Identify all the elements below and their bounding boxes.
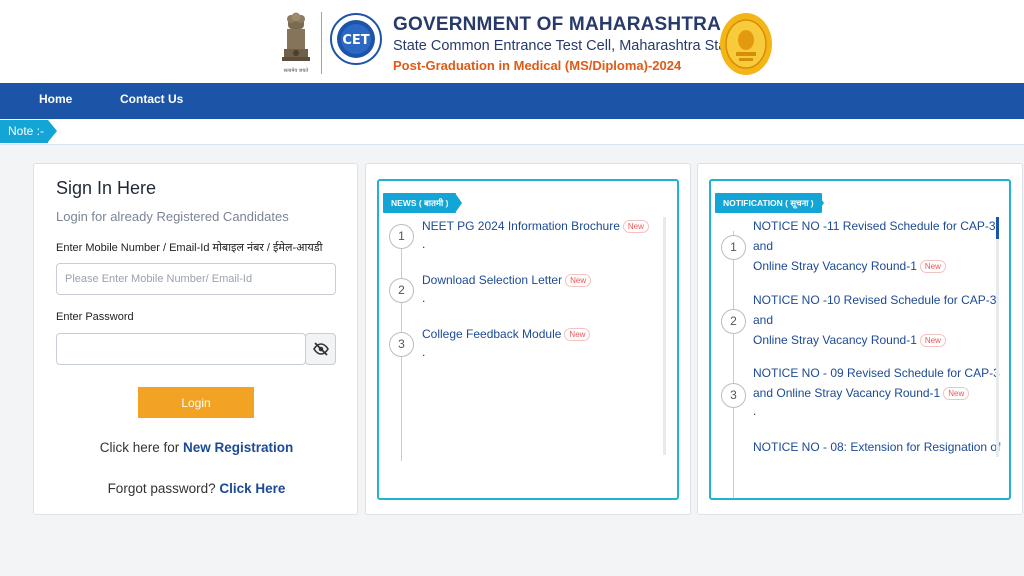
cet-logo-text: CET xyxy=(342,33,369,48)
signin-panel: Sign In Here Login for already Registere… xyxy=(33,163,358,515)
notification-panel: NOTIFICATION ( सूचना ) 1 NOTICE NO -11 R… xyxy=(697,163,1023,515)
news-tag: NEWS ( बातमी ) xyxy=(383,193,457,213)
new-badge: New xyxy=(919,260,946,274)
notification-item-link[interactable]: NOTICE NO -11 Revised Schedule for CAP-3… xyxy=(753,216,1009,276)
note-ticker: Note :- xyxy=(0,119,1024,145)
login-button[interactable]: Login xyxy=(138,387,254,418)
forgot-password-link[interactable]: Click Here xyxy=(219,481,285,496)
new-badge: New xyxy=(919,334,946,348)
news-scrollbar[interactable] xyxy=(663,217,666,455)
news-item-link[interactable]: Download Selection Letter New xyxy=(422,270,592,290)
notification-item-number: 2 xyxy=(721,309,746,334)
note-arrow-icon xyxy=(48,120,57,142)
new-registration-line: Click here for New Registration xyxy=(34,440,359,455)
news-item-title: Download Selection Letter xyxy=(422,273,563,287)
news-item-dot: . xyxy=(422,237,426,251)
notification-timeline-line xyxy=(733,231,734,498)
mobile-email-label: Enter Mobile Number / Email-Id मोबाइल नं… xyxy=(56,242,323,254)
toggle-password-visibility-button[interactable] xyxy=(305,333,336,365)
header-title-block: GOVERNMENT OF MAHARASHTRA State Common E… xyxy=(393,14,738,75)
new-badge: New xyxy=(564,328,591,342)
nav-item-contact-us[interactable]: Contact Us xyxy=(120,92,183,106)
note-label: Note :- xyxy=(0,120,48,143)
new-badge: New xyxy=(622,220,649,234)
emblem-caption: सत्यमेव जयते xyxy=(284,67,309,74)
notification-item-link[interactable]: NOTICE NO - 08: Extension for Resignatio… xyxy=(753,437,1000,457)
news-item-link[interactable]: NEET PG 2024 Information Brochure New xyxy=(422,216,649,236)
notification-item-link[interactable]: NOTICE NO -10 Revised Schedule for CAP-3… xyxy=(753,290,1009,350)
notification-item-dot: . xyxy=(753,404,757,418)
notification-scrollbar[interactable] xyxy=(996,217,999,457)
notification-item-title: NOTICE NO -10 Revised Schedule for CAP-3… xyxy=(753,293,997,327)
forgot-password-line: Forgot password? Click Here xyxy=(34,481,359,496)
national-emblem-icon: सत्यमेव जयते xyxy=(282,12,310,74)
new-badge: New xyxy=(943,387,970,401)
site-header: सत्यमेव जयते CET GOVERNMENT OF MAHARASHT… xyxy=(0,0,1024,83)
notification-item-number: 3 xyxy=(721,383,746,408)
notification-item-title-cont: Online Stray Vacancy Round-1 xyxy=(753,333,917,347)
main-nav: Home Contact Us xyxy=(0,83,1024,119)
cet-logo-icon: CET xyxy=(330,13,382,65)
news-item-dot: . xyxy=(422,345,426,359)
course-title: Post-Graduation in Medical (MS/Diploma)-… xyxy=(393,58,682,73)
news-item-title: College Feedback Module xyxy=(422,327,562,341)
notification-item-dot: . xyxy=(753,331,757,345)
notification-item-title: NOTICE NO - 09 Revised Schedule for CAP-… xyxy=(753,366,1000,380)
news-panel: NEWS ( बातमी ) 1 NEET PG 2024 Informatio… xyxy=(365,163,691,515)
news-item-title: NEET PG 2024 Information Brochure xyxy=(422,219,620,233)
notification-item-link[interactable]: NOTICE NO - 09 Revised Schedule for CAP-… xyxy=(753,363,1000,403)
news-item-number: 2 xyxy=(389,278,414,303)
eye-slash-icon xyxy=(312,342,329,356)
news-tag-arrow-icon xyxy=(455,193,462,213)
news-item-number: 3 xyxy=(389,332,414,357)
news-item-link[interactable]: College Feedback Module New xyxy=(422,324,591,344)
nav-item-home[interactable]: Home xyxy=(39,92,72,106)
notification-box: NOTIFICATION ( सूचना ) 1 NOTICE NO -11 R… xyxy=(709,179,1011,500)
notification-tag-arrow-icon xyxy=(817,193,824,213)
notification-item-title-cont: and Online Stray Vacancy Round-1 xyxy=(753,386,941,400)
maharashtra-seal-icon xyxy=(720,13,772,75)
signin-subtitle: Login for already Registered Candidates xyxy=(56,209,289,224)
password-label: Enter Password xyxy=(56,311,134,323)
news-item-dot: . xyxy=(422,291,426,305)
new-badge: New xyxy=(565,274,592,288)
news-item-number: 1 xyxy=(389,224,414,249)
notification-item-number: 1 xyxy=(721,235,746,260)
header-divider xyxy=(321,12,322,74)
page-subtitle: State Common Entrance Test Cell, Maharas… xyxy=(393,38,739,54)
notification-scrollbar-thumb[interactable] xyxy=(996,217,999,239)
mobile-email-input[interactable] xyxy=(56,263,336,295)
register-prefix: Click here for xyxy=(99,440,180,455)
notification-item-title: NOTICE NO - 08: Extension for Resignatio… xyxy=(753,440,1001,454)
page-title: GOVERNMENT OF MAHARASHTRA xyxy=(393,14,721,35)
notification-item-title: NOTICE NO -11 Revised Schedule for CAP-3… xyxy=(753,219,996,253)
news-box: NEWS ( बातमी ) 1 NEET PG 2024 Informatio… xyxy=(377,179,679,500)
notification-item-dot: . xyxy=(753,257,757,271)
password-input[interactable] xyxy=(56,333,306,365)
forgot-prefix: Forgot password? xyxy=(107,481,216,496)
notification-item-title-cont: Online Stray Vacancy Round-1 xyxy=(753,259,917,273)
new-registration-link[interactable]: New Registration xyxy=(183,440,293,455)
signin-title: Sign In Here xyxy=(56,178,157,198)
notification-tag: NOTIFICATION ( सूचना ) xyxy=(715,193,822,213)
